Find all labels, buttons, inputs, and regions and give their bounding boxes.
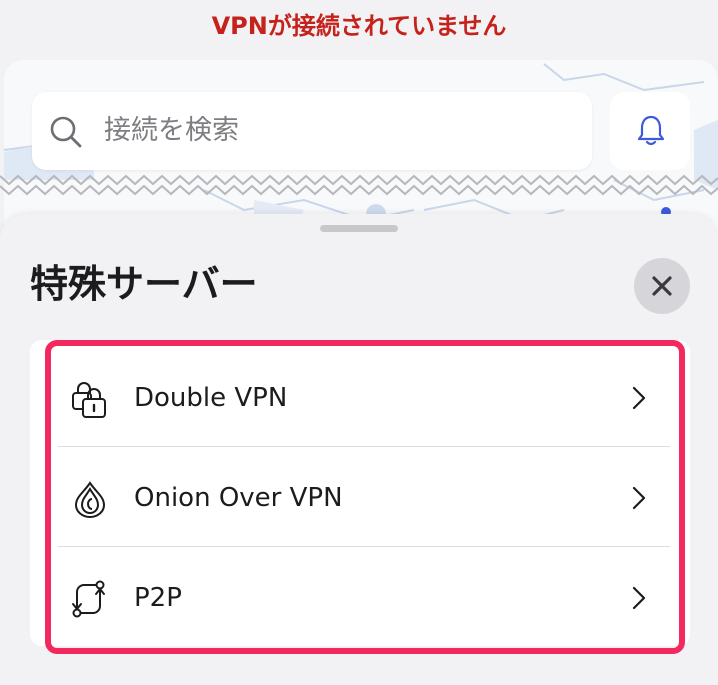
row-divider bbox=[58, 546, 670, 547]
list-item-label: Onion Over VPN bbox=[134, 483, 343, 513]
sheet-title: 特殊サーバー bbox=[30, 262, 258, 306]
list-item-label: P2P bbox=[134, 583, 182, 613]
chevron-right-icon bbox=[632, 486, 646, 510]
close-button[interactable] bbox=[634, 258, 690, 314]
close-icon bbox=[652, 276, 672, 296]
list-item-p2p[interactable]: P2P bbox=[58, 548, 670, 648]
list-item-onion-over-vpn[interactable]: Onion Over VPN bbox=[58, 448, 670, 548]
vpn-status-banner: VPNが接続されていません bbox=[0, 0, 718, 58]
chevron-right-icon bbox=[632, 586, 646, 610]
p2p-arrows-icon bbox=[72, 580, 105, 618]
bell-icon bbox=[637, 115, 665, 146]
chevron-right-icon bbox=[632, 386, 646, 410]
sheet-grabber[interactable] bbox=[320, 225, 398, 232]
torn-edge-divider bbox=[0, 174, 718, 196]
search-input[interactable]: 接続を検索 bbox=[104, 113, 239, 149]
row-divider bbox=[58, 446, 670, 447]
double-lock-icon bbox=[72, 382, 106, 418]
onion-icon bbox=[74, 481, 106, 518]
search-icon bbox=[50, 116, 82, 148]
list-item-double-vpn[interactable]: Double VPN bbox=[58, 348, 670, 448]
notifications-button[interactable] bbox=[610, 92, 690, 170]
vpn-status-text: VPNが接続されていません bbox=[211, 12, 507, 40]
list-item-label: Double VPN bbox=[134, 383, 288, 413]
